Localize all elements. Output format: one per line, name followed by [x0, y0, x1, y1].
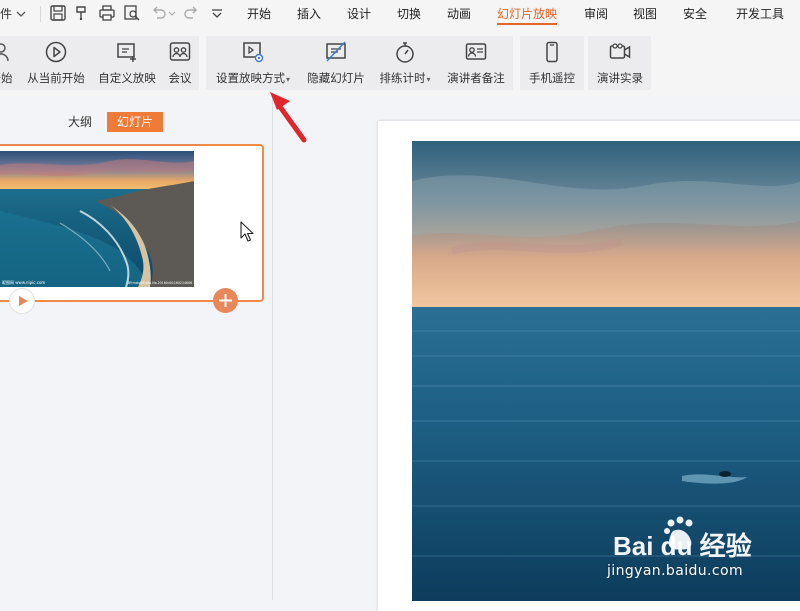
button-label: 自定义放映: [98, 71, 156, 85]
thumbnail-caption-right: BY:mstp54mks No.20160401160214606: [128, 281, 192, 285]
tab-developer[interactable]: 开发工具: [736, 0, 784, 28]
play-icon: [19, 296, 28, 306]
thumbnail-caption-left: 昵图网 www.nipic.com: [2, 279, 45, 285]
redo-icon[interactable]: [182, 4, 202, 24]
tab-label: 动画: [447, 7, 472, 21]
tab-transitions[interactable]: 切换: [397, 0, 421, 28]
start-slideshow-button[interactable]: 开始: [0, 36, 16, 90]
button-label-text: 设置放映方式: [215, 71, 285, 85]
tab-slides[interactable]: 幻灯片: [107, 112, 163, 132]
slideshow-settings-button[interactable]: 设置放映方式▾: [210, 36, 296, 90]
tab-animations[interactable]: 动画: [447, 0, 471, 28]
file-menu-label: 件: [0, 7, 13, 21]
add-slide-button[interactable]: [213, 288, 238, 313]
caret-down-icon: ▾: [285, 75, 290, 84]
watermark-brand: Bai du 经验: [613, 531, 752, 561]
tab-outline[interactable]: 大纲: [68, 112, 92, 132]
print-preview-icon[interactable]: [123, 4, 143, 24]
button-label: 演讲者备注: [447, 71, 505, 85]
print-icon[interactable]: [98, 4, 118, 24]
meeting-button[interactable]: 会议: [163, 36, 197, 90]
phone-remote-button[interactable]: 手机遥控: [522, 36, 582, 90]
tab-label: 视图: [633, 7, 658, 21]
record-presentation-button[interactable]: 演讲实录: [590, 36, 650, 90]
person-play-icon: [0, 40, 13, 64]
file-menu[interactable]: 件: [0, 5, 26, 23]
custom-show-icon: [115, 40, 139, 64]
caret-down-icon: ▾: [426, 75, 431, 84]
slide-thumbnail-image: 昵图网 www.nipic.com BY:mstp54mks No.201604…: [0, 151, 194, 287]
slideshow-settings-icon: [241, 40, 265, 64]
tab-label: 审阅: [584, 7, 609, 21]
button-label: 排练计时▾: [374, 70, 436, 86]
tab-home[interactable]: 开始: [247, 0, 271, 28]
tab-label: 开始: [247, 7, 272, 21]
tab-design[interactable]: 设计: [347, 0, 371, 28]
button-label-text: 排练计时: [379, 71, 426, 85]
tab-label: 设计: [347, 7, 372, 21]
tab-label: 幻灯片放映: [497, 7, 558, 21]
rehearse-timings-button[interactable]: 排练计时▾: [374, 36, 436, 90]
meeting-icon: [168, 40, 192, 64]
phone-remote-icon: [540, 40, 564, 64]
mouse-cursor-icon: [240, 221, 254, 247]
baidu-logo-icon: Bai du 经验: [613, 516, 752, 561]
customize-toolbar-icon[interactable]: [208, 4, 228, 24]
play-slide-button[interactable]: [9, 288, 35, 314]
tab-label: 切换: [397, 7, 422, 21]
menu-bar: 件 开始 插入 设计 切换 动画 幻灯片放映 审阅 视图 安全 开发工具: [0, 0, 800, 28]
undo-dropdown-icon[interactable]: [167, 4, 177, 24]
stopwatch-icon: [393, 40, 417, 64]
tab-insert[interactable]: 插入: [297, 0, 321, 28]
tab-review[interactable]: 审阅: [584, 0, 608, 28]
tab-security[interactable]: 安全: [683, 0, 707, 28]
tab-label: 插入: [297, 7, 322, 21]
button-label: 从当前开始: [27, 71, 85, 85]
chevron-down-icon: [16, 5, 26, 23]
speaker-notes-icon: [464, 40, 488, 64]
record-video-icon: [608, 40, 632, 64]
annotation-arrow-icon: [264, 84, 312, 150]
from-current-button[interactable]: 从当前开始: [22, 36, 90, 90]
custom-show-button[interactable]: 自定义放映: [94, 36, 160, 90]
tab-label: 开发工具: [736, 7, 785, 21]
button-label: 手机遥控: [529, 71, 575, 85]
tab-slideshow[interactable]: 幻灯片放映: [497, 0, 558, 28]
hide-slide-icon: [324, 40, 348, 64]
plus-icon: [219, 294, 232, 307]
save-icon[interactable]: [49, 4, 69, 24]
tab-label: 安全: [683, 7, 708, 21]
button-label: 演讲实录: [597, 71, 643, 85]
tab-view[interactable]: 视图: [633, 0, 657, 28]
format-painter-icon[interactable]: [73, 4, 93, 24]
button-label: 会议: [168, 71, 192, 85]
speaker-notes-button[interactable]: 演讲者备注: [442, 36, 510, 90]
button-label: 隐藏幻灯片: [307, 71, 365, 85]
watermark-url: jingyan.baidu.com: [607, 563, 743, 579]
toolbar-divider: [40, 6, 41, 22]
play-circle-icon: [44, 40, 68, 64]
hide-slide-button[interactable]: 隐藏幻灯片: [304, 36, 368, 90]
button-label: 开始: [0, 71, 13, 85]
